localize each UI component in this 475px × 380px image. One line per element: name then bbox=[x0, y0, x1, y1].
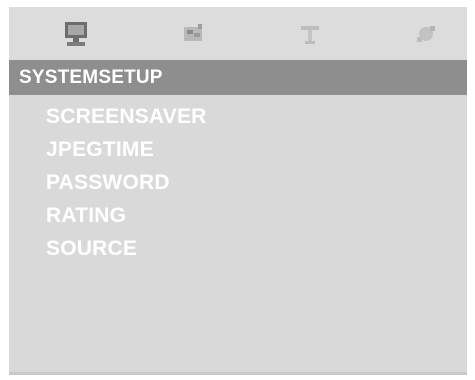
tab-icon-bar bbox=[9, 7, 467, 59]
setup-menu-screen: SYSTEMSETUP SCREENSAVER JPEGTIME PASSWOR… bbox=[9, 7, 467, 375]
bottom-divider bbox=[9, 372, 467, 375]
menu-item-password[interactable]: PASSWORD bbox=[46, 166, 207, 199]
language-icon[interactable] bbox=[176, 17, 210, 51]
system-setup-icon[interactable] bbox=[59, 17, 93, 51]
menu-item-jpegtime[interactable]: JPEGTIME bbox=[46, 133, 207, 166]
page-title: SYSTEMSETUP bbox=[9, 60, 467, 95]
menu-item-screensaver[interactable]: SCREENSAVER bbox=[46, 100, 207, 133]
menu-item-rating[interactable]: RATING bbox=[46, 199, 207, 232]
audio-icon[interactable] bbox=[293, 17, 327, 51]
video-icon[interactable] bbox=[409, 17, 443, 51]
menu-item-source[interactable]: SOURCE bbox=[46, 232, 207, 265]
setup-menu-list: SCREENSAVER JPEGTIME PASSWORD RATING SOU… bbox=[46, 100, 207, 265]
